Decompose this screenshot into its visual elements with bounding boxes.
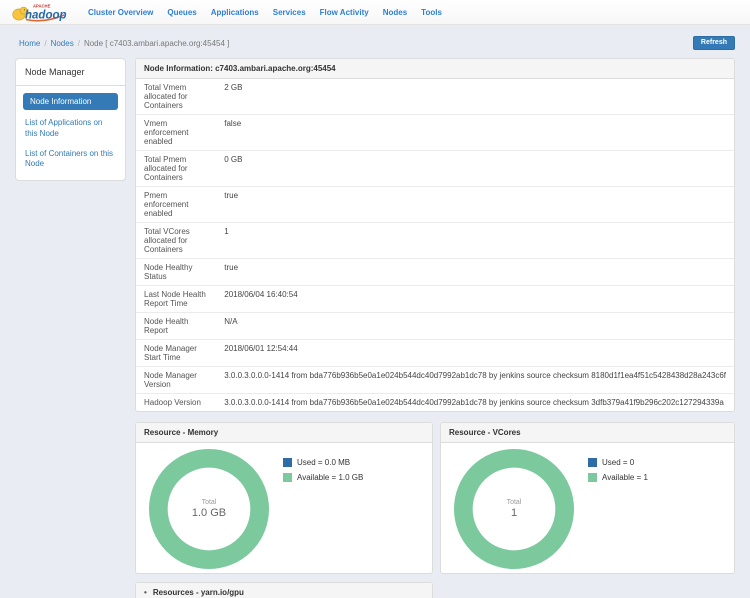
breadcrumb-nodes[interactable]: Nodes [51,39,74,48]
row-label: Node Manager Start Time [136,340,216,367]
vcores-donut-ring [453,448,575,570]
resource-vcores-title: Resource - VCores [441,423,734,443]
resource-vcores-chart: Total 1 Used = 0 Available = 1 [441,443,734,570]
row-value: true [216,187,734,223]
breadcrumb: Home / Nodes / Node [ c7403.ambari.apache.or… [19,39,693,48]
breadcrumb-current-node: Node [ c7403.ambari.apache.org:45454 ] [84,39,229,48]
legend-label: Used = 0.0 MB [297,458,350,467]
row-value: 2018/06/04 16:40:54 [216,286,734,313]
nav-item-nodes[interactable]: Nodes [383,8,407,17]
row-label: Total Vmem allocated for Containers [136,79,216,115]
nav-item-services[interactable]: Services [273,8,306,17]
resource-memory-chart: Total 1.0 GB Used = 0.0 MB Available = 1… [136,443,432,570]
memory-donut-ring [148,448,270,570]
resource-memory-title: Resource - Memory [136,423,432,443]
row-label: Vmem enforcement enabled [136,115,216,151]
main-column: Node Information: c7403.ambari.apache.or… [135,58,735,598]
legend-item-used: Used = 0.0 MB [283,458,363,467]
row-value: 0 GB [216,151,734,187]
row-value: 2 GB [216,79,734,115]
table-row: Total VCores allocated for Containers1 [136,223,734,259]
legend-item-available: Available = 1.0 GB [283,473,363,482]
row-value: 3.0.0.3.0.0.0-1414 from bda776b936b5e0a1… [216,367,734,394]
used-swatch-icon [588,458,597,467]
nav-item-tools[interactable]: Tools [421,8,442,17]
memory-legend: Used = 0.0 MB Available = 1.0 GB [283,458,363,488]
row-label: Node Manager Version [136,367,216,394]
nav-item-queues[interactable]: Queues [167,8,196,17]
row-value: true [216,259,734,286]
row-value: 1 [216,223,734,259]
row-label: Node Healthy Status [136,259,216,286]
vcores-legend: Used = 0 Available = 1 [588,458,648,488]
table-row: Node Health ReportN/A [136,313,734,340]
row-label: Last Node Health Report Time [136,286,216,313]
top-navbar: APACHE hadoop Cluster Overview Queues Ap… [0,0,750,25]
table-row: Hadoop Version3.0.0.3.0.0.0-1414 from bd… [136,394,734,412]
nav-item-cluster-overview[interactable]: Cluster Overview [88,8,153,17]
row-label: Pmem enforcement enabled [136,187,216,223]
legend-label: Available = 1.0 GB [297,473,363,482]
nav-item-applications[interactable]: Applications [211,8,259,17]
hadoop-logo: APACHE hadoop [12,2,70,23]
breadcrumb-separator: / [78,39,80,48]
sidebar-menu: Node Information List of Applications on… [16,86,125,180]
row-value: false [216,115,734,151]
table-row: Node Manager Start Time2018/06/01 12:54:… [136,340,734,367]
row-label: Total Pmem allocated for Containers [136,151,216,187]
used-swatch-icon [283,458,292,467]
legend-label: Available = 1 [602,473,648,482]
resources-gpu-title: Resources - yarn.io/gpu [153,588,244,597]
table-row: Total Pmem allocated for Containers0 GB [136,151,734,187]
table-row: Pmem enforcement enabledtrue [136,187,734,223]
sidebar-item-containers-list[interactable]: List of Containers on this Node [25,149,116,171]
nav-item-flow-activity[interactable]: Flow Activity [320,8,369,17]
legend-label: Used = 0 [602,458,634,467]
table-row: Vmem enforcement enabledfalse [136,115,734,151]
logo-hadoop-text: hadoop [25,9,67,21]
resource-vcores-panel: Resource - VCores Total 1 [440,422,735,574]
resources-gpu-header: • Resources - yarn.io/gpu [136,583,432,598]
breadcrumb-bar: Home / Nodes / Node [ c7403.ambari.apache.or… [0,25,750,58]
table-row: Node Manager Version3.0.0.3.0.0.0-1414 f… [136,367,734,394]
node-manager-sidebar: Node Manager Node Information List of Ap… [15,58,126,181]
table-row: Total Vmem allocated for Containers2 GB [136,79,734,115]
row-value: 3.0.0.3.0.0.0-1414 from bda776b936b5e0a1… [216,394,734,412]
sidebar-item-applications-list[interactable]: List of Applications on this Node [25,118,116,140]
memory-donut: Total 1.0 GB [148,448,270,570]
breadcrumb-home[interactable]: Home [19,39,40,48]
row-value: N/A [216,313,734,340]
bullet-icon: • [144,588,147,597]
table-row: Last Node Health Report Time2018/06/04 1… [136,286,734,313]
row-label: Total VCores allocated for Containers [136,223,216,259]
breadcrumb-separator: / [44,39,46,48]
refresh-button[interactable]: Refresh [693,36,735,50]
content-area: Node Manager Node Information List of Ap… [0,58,750,598]
resource-memory-panel: Resource - Memory Total 1.0 GB [135,422,433,574]
vcores-donut: Total 1 [453,448,575,570]
row-label: Node Health Report [136,313,216,340]
legend-item-available: Available = 1 [588,473,648,482]
node-information-header: Node Information: c7403.ambari.apache.or… [136,59,734,79]
legend-item-used: Used = 0 [588,458,648,467]
row-value: 2018/06/01 12:54:44 [216,340,734,367]
hadoop-logo-image: APACHE hadoop [12,2,70,23]
node-information-panel: Node Information: c7403.ambari.apache.or… [135,58,735,412]
node-information-table: Total Vmem allocated for Containers2 GB … [136,79,734,411]
table-row: Node Healthy Statustrue [136,259,734,286]
available-swatch-icon [588,473,597,482]
sidebar-item-node-information[interactable]: Node Information [23,93,118,110]
sidebar-title: Node Manager [16,59,125,86]
charts-row-top: Resource - Memory Total 1.0 GB [135,422,735,574]
nav-menu: Cluster Overview Queues Applications Ser… [88,8,456,17]
available-swatch-icon [283,473,292,482]
logo-apache-text: APACHE [33,3,51,8]
row-label: Hadoop Version [136,394,216,412]
charts-row-bottom: •Resources - yarn.io/gpu Total 0 [135,582,735,598]
resources-gpu-panel: •Resources - yarn.io/gpu Total 0 [135,582,433,598]
